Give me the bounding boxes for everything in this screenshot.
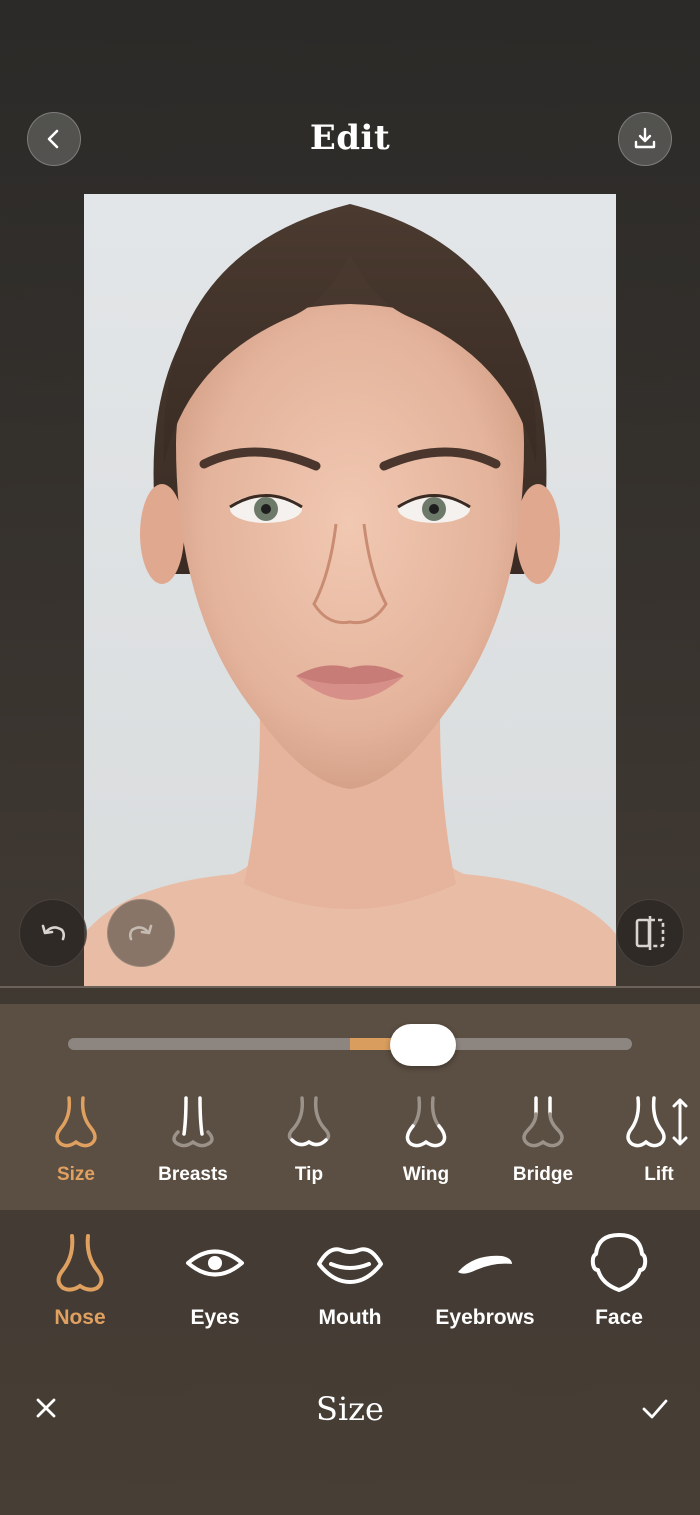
- category-label: Eyes: [190, 1306, 240, 1329]
- nose-size-icon: [55, 1096, 97, 1148]
- portrait-photo[interactable]: [84, 194, 616, 986]
- subtool-label: Wing: [402, 1164, 450, 1185]
- compare-icon: [635, 916, 665, 950]
- nose-bridge-icon: [522, 1096, 564, 1148]
- category-eyes[interactable]: Eyes: [150, 1232, 280, 1330]
- category-label: Nose: [54, 1306, 106, 1329]
- download-icon: [634, 127, 656, 149]
- subtool-lift[interactable]: Lift: [604, 1094, 700, 1186]
- subtool-label: Size: [56, 1164, 96, 1185]
- divider: [0, 986, 700, 988]
- subtool-breasts[interactable]: Breasts: [138, 1094, 248, 1186]
- nose-icon: [56, 1234, 104, 1292]
- category-eyebrows[interactable]: Eyebrows: [420, 1232, 550, 1330]
- subtool-label: Tip: [294, 1164, 324, 1185]
- subtool-size[interactable]: Size: [21, 1094, 131, 1186]
- subtool-bridge[interactable]: Bridge: [488, 1094, 598, 1186]
- page-title: Edit: [309, 118, 391, 158]
- mouth-icon: [317, 1247, 383, 1284]
- compare-button[interactable]: [616, 899, 684, 967]
- top-bar: Edit: [0, 0, 700, 190]
- eye-icon: [186, 1249, 244, 1277]
- nose-tip-icon: [287, 1096, 331, 1147]
- nose-lift-icon: [626, 1096, 688, 1148]
- category-nose[interactable]: Nose: [15, 1232, 145, 1330]
- eyebrow-icon: [458, 1255, 512, 1274]
- confirm-button[interactable]: [632, 1386, 678, 1432]
- tool-title: Size: [316, 1390, 384, 1428]
- download-button[interactable]: [618, 112, 672, 166]
- face-icon: [590, 1233, 648, 1292]
- subtool-wing[interactable]: Wing: [371, 1094, 481, 1186]
- subtool-label: Bridge: [512, 1164, 574, 1185]
- subtool-label: Breasts: [158, 1164, 228, 1185]
- category-face[interactable]: Face: [554, 1232, 684, 1330]
- undo-icon: [41, 924, 66, 941]
- portrait-image: [84, 194, 616, 986]
- category-label: Eyebrows: [435, 1306, 535, 1329]
- category-label: Mouth: [318, 1306, 382, 1329]
- slider-thumb[interactable]: [390, 1024, 457, 1066]
- nose-wing-icon: [405, 1096, 447, 1148]
- subtool-tip[interactable]: Tip: [254, 1094, 364, 1186]
- check-icon: [642, 1399, 668, 1419]
- redo-button[interactable]: [107, 899, 175, 967]
- undo-button[interactable]: [19, 899, 87, 967]
- redo-icon: [128, 924, 153, 941]
- subtool-label: Lift: [644, 1164, 674, 1185]
- category-mouth[interactable]: Mouth: [285, 1232, 415, 1330]
- nose-breasts-icon: [172, 1096, 214, 1148]
- category-label: Face: [595, 1306, 643, 1329]
